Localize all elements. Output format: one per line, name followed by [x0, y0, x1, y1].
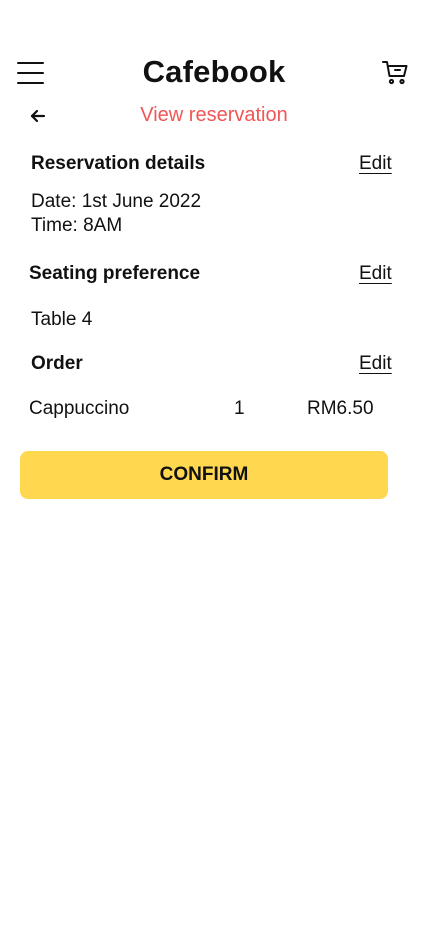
reservation-date: Date: 1st June 2022: [31, 191, 202, 212]
order-item-row: Cappuccino 1 RM6.50: [29, 397, 389, 421]
order-item-price: RM6.50: [307, 398, 374, 419]
seating-preference-heading: Seating preference: [29, 263, 201, 284]
reservation-time: Time: 8AM: [31, 215, 123, 236]
confirm-button[interactable]: CONFIRM: [20, 451, 388, 499]
order-item-name: Cappuccino: [29, 398, 130, 419]
page-title: View reservation: [140, 104, 288, 126]
edit-order-link[interactable]: Edit: [359, 353, 392, 375]
edit-seating-preference-link[interactable]: Edit: [359, 263, 392, 285]
order-heading: Order: [31, 353, 83, 374]
reservation-details-heading: Reservation details: [31, 153, 206, 174]
seating-value: Table 4: [31, 309, 93, 330]
order-item-quantity: 1: [234, 398, 245, 419]
app-title: Cafebook: [142, 54, 286, 89]
cart-icon[interactable]: [381, 59, 409, 87]
edit-reservation-details-link[interactable]: Edit: [359, 153, 392, 175]
